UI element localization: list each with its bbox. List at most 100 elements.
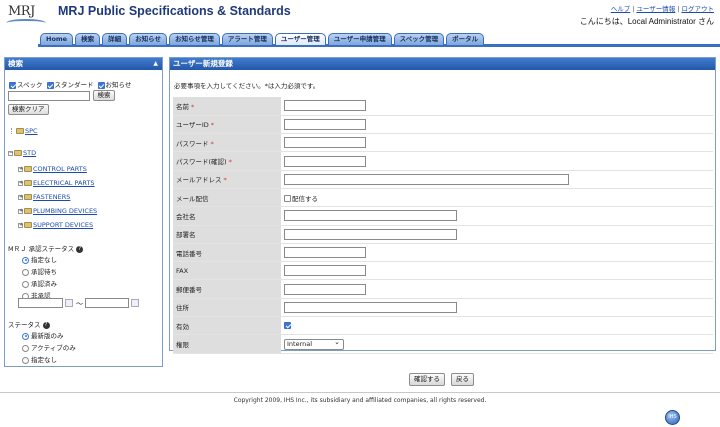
filter-standard[interactable]: スタンダード — [46, 79, 94, 89]
filter-spec[interactable]: スペック — [9, 79, 43, 89]
form-row: パスワード(確認) * — [173, 151, 713, 171]
search-button[interactable]: 検索 — [93, 90, 115, 101]
nav-tab[interactable]: ユーザー申請管理 — [327, 33, 392, 45]
form-row: パスワード * — [173, 133, 713, 153]
form-text-input[interactable] — [284, 283, 366, 295]
tree-item-std-child[interactable]: + CONTROL PARTS — [18, 165, 87, 173]
logo-text: MRJ — [8, 4, 35, 19]
status-radio[interactable]: 指定なし — [22, 354, 57, 364]
calendar-icon[interactable] — [131, 299, 139, 307]
form-row: 有効 — [173, 316, 713, 336]
form-label: ユーザーID * — [173, 115, 281, 135]
back-button[interactable]: 戻る — [451, 373, 474, 386]
top-links: ヘルプ | ユーザー情報 | ログアウト — [610, 5, 715, 13]
form-row: 権限 Internal — [173, 334, 713, 354]
form-row: 会社名 — [173, 206, 713, 226]
tree-item-std-child[interactable]: + SUPPORT DEVICES — [18, 221, 93, 229]
nav-tab[interactable]: お知らせ管理 — [168, 33, 220, 45]
form-row: メールアドレス * — [173, 170, 713, 189]
status-radio[interactable]: アクティブのみ — [22, 342, 76, 352]
folder-icon — [24, 222, 32, 228]
form-text-input[interactable] — [284, 155, 366, 167]
help-link[interactable]: ヘルプ — [611, 5, 631, 13]
nav-tab[interactable]: 詳細 — [102, 33, 128, 45]
nav-tab[interactable]: スペック管理 — [393, 33, 445, 45]
date-from-input[interactable] — [18, 298, 63, 308]
checkbox-label: 配信する — [292, 194, 318, 203]
nav-tab[interactable]: アラート管理 — [221, 33, 273, 45]
form-checkbox[interactable] — [284, 195, 291, 203]
approval-radio[interactable]: 承認待ち — [22, 266, 57, 276]
help-icon[interactable]: ? — [76, 245, 84, 253]
tree-item-spc[interactable]: SPC — [11, 127, 38, 135]
nav-tab[interactable]: ユーザー管理 — [274, 33, 326, 45]
expand-icon[interactable]: + — [18, 208, 23, 214]
logo-swoosh — [6, 19, 46, 27]
expand-icon[interactable]: + — [18, 194, 23, 200]
collapse-icon[interactable]: − — [8, 150, 13, 156]
mrj-logo: MRJ — [6, 4, 46, 26]
form-label: パスワード * — [173, 133, 281, 153]
form-text-input[interactable] — [284, 118, 366, 130]
role-select[interactable]: Internal — [284, 338, 344, 350]
ihs-globe-icon[interactable]: IHS — [665, 410, 680, 425]
form-label: メールアドレス * — [173, 170, 281, 189]
form-text-input[interactable] — [284, 173, 569, 185]
nav-tab[interactable]: 検索 — [75, 33, 101, 45]
form-row: メール配信 配信する — [173, 188, 713, 208]
form-label: 電話番号 — [173, 243, 281, 263]
panel-title: ユーザー新規登録 — [170, 58, 715, 70]
tree-item-std[interactable]: − STD — [8, 149, 36, 157]
search-panel-header: 検索 ▲ — [5, 58, 162, 70]
form-text-input[interactable] — [284, 301, 457, 313]
calendar-icon[interactable] — [65, 299, 73, 307]
filter-news[interactable]: お知らせ — [97, 79, 131, 89]
help-icon[interactable]: ? — [42, 321, 50, 329]
pin-icon[interactable]: ▲ — [153, 58, 158, 70]
form-label: 有効 — [173, 316, 281, 336]
form-text-input[interactable] — [284, 210, 457, 222]
folder-icon — [24, 180, 32, 186]
nav-tab[interactable]: ポータル — [446, 33, 485, 45]
nav-tab[interactable]: お知らせ — [129, 33, 167, 45]
search-clear-button[interactable]: 検索クリア — [8, 104, 49, 115]
expand-icon[interactable]: + — [18, 180, 23, 186]
tree-item-std-child[interactable]: + ELECTRICAL PARTS — [18, 179, 95, 187]
tree-item-std-child[interactable]: + FASTENERS — [18, 193, 70, 201]
form-row: 住所 — [173, 298, 713, 318]
form-label: メール配信 — [173, 188, 281, 208]
form-checkbox[interactable] — [284, 322, 291, 330]
keyword-input[interactable] — [8, 91, 90, 101]
date-to-input[interactable] — [85, 298, 129, 308]
greeting: こんにちは、Local Administrator さん — [579, 17, 714, 26]
form-label: 部署名 — [173, 225, 281, 244]
range-separator: 〜 — [76, 300, 83, 308]
approval-status-label: MＲＪ 承認ステータス? — [8, 243, 84, 253]
required-note: 必要事項を入力してください。*は入力必須です。 — [174, 82, 320, 90]
form-row: ユーザーID * — [173, 115, 713, 135]
nav-tab[interactable]: Home — [40, 33, 74, 45]
form-text-input[interactable] — [284, 247, 366, 259]
folder-icon — [24, 194, 32, 200]
nav-bar: Home 検索 詳細 お知らせ お知らせ管理 アラート管理 ユーザー管理 ユーザー申請管理 スペ… — [0, 33, 720, 47]
user-info-link[interactable]: ユーザー情報 — [636, 5, 675, 13]
folder-icon — [16, 128, 24, 134]
confirm-button[interactable]: 確認する — [409, 373, 445, 386]
expand-icon[interactable]: + — [18, 166, 23, 172]
expand-icon[interactable]: + — [18, 222, 23, 228]
approval-radio[interactable]: 指定なし — [22, 254, 57, 264]
form-text-input[interactable] — [284, 100, 366, 112]
logout-link[interactable]: ログアウト — [682, 5, 715, 13]
footer-divider — [0, 392, 720, 393]
tree-item-std-child[interactable]: + PLUMBING DEVICES — [18, 207, 97, 215]
form-label: 郵便番号 — [173, 279, 281, 299]
form-row: 郵便番号 — [173, 279, 713, 299]
folder-icon — [24, 166, 32, 172]
form-label: 名前 * — [173, 97, 281, 116]
form-text-input[interactable] — [284, 137, 366, 149]
form-text-input[interactable] — [284, 228, 457, 240]
status-radio[interactable]: 最新版のみ — [22, 330, 64, 340]
approval-radio[interactable]: 承認済み — [22, 278, 57, 288]
form-text-input[interactable] — [284, 265, 366, 277]
copyright: Copyright 2009, IHS Inc., its subsidiary… — [233, 397, 487, 404]
